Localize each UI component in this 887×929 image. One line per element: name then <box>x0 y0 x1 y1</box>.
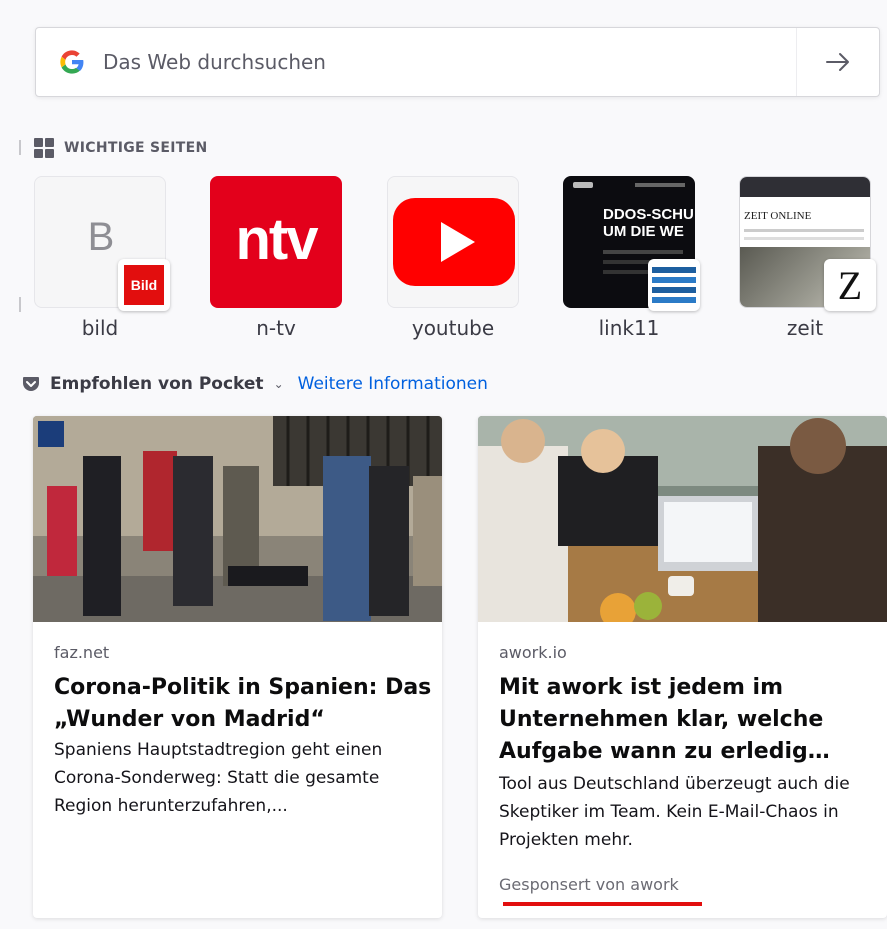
top-sites-title: WICHTIGE SEITEN <box>64 140 208 156</box>
zeit-logo-letter: Z <box>837 262 863 308</box>
google-icon <box>60 50 84 74</box>
story-source: faz.net <box>54 643 110 662</box>
story-excerpt: Tool aus Deutschland überzeugt auch die … <box>499 774 850 850</box>
pocket-header: Empfohlen von Pocket ⌄ Weitere Informati… <box>22 374 488 394</box>
sponsored-underline <box>503 902 702 906</box>
search-placeholder: Das Web durchsuchen <box>103 50 326 74</box>
search-bar[interactable]: Das Web durchsuchen <box>35 27 880 97</box>
story-excerpt: Spaniens Hauptstadtregion geht einen Cor… <box>54 740 383 816</box>
story-card-faz[interactable]: faz.net Corona-Politik in Spanien: Das „… <box>33 416 442 918</box>
street-photo <box>33 416 442 622</box>
sponsored-label: Gesponsert von awork <box>499 875 679 894</box>
top-site-youtube[interactable] <box>387 176 519 308</box>
pocket-title[interactable]: Empfohlen von Pocket <box>50 374 264 394</box>
link11-logo-icon <box>648 259 700 311</box>
link11-stripes-icon <box>652 267 696 303</box>
story-image-faz <box>33 416 442 622</box>
youtube-play-icon <box>393 198 515 286</box>
top-site-label-zeit: zeit <box>786 316 824 340</box>
scroll-edge-marker <box>19 140 21 155</box>
story-headline: Mit awork ist jedem im Unternehmen klar,… <box>499 675 830 764</box>
arrow-right-icon <box>826 53 849 71</box>
grid-icon <box>34 138 54 158</box>
top-sites-header: WICHTIGE SEITEN <box>34 138 208 158</box>
link11-thumb-header <box>569 182 689 190</box>
story-source: awork.io <box>499 643 567 662</box>
top-site-ntv[interactable]: ntv <box>210 176 342 308</box>
bild-logo-text: Bild <box>124 265 164 305</box>
zeit-thumb-topbar <box>740 177 870 197</box>
story-card-awork[interactable]: awork.io Mit awork ist jedem im Unterneh… <box>478 416 887 918</box>
scroll-edge-marker-2 <box>19 297 21 312</box>
bild-letter: B <box>87 215 115 259</box>
story-headline: Corona-Politik in Spanien: Das „Wunder v… <box>54 675 432 732</box>
pocket-icon <box>23 377 39 391</box>
top-site-label-ntv: n-tv <box>256 316 296 340</box>
top-site-label-youtube: youtube <box>411 316 495 340</box>
link11-thumb-text: DDOS-SCHU UM DIE WE <box>603 206 694 240</box>
office-photo <box>478 416 887 622</box>
pocket-learn-more-link[interactable]: Weitere Informationen <box>298 374 488 394</box>
chevron-down-icon[interactable]: ⌄ <box>274 377 284 391</box>
story-image-awork <box>478 416 887 622</box>
zeit-logo-icon: Z <box>824 259 876 311</box>
top-site-label-bild: bild <box>81 316 119 340</box>
ntv-logo-text: ntv <box>235 207 319 272</box>
bild-logo-icon: Bild <box>118 259 170 311</box>
top-site-label-link11: link11 <box>598 316 660 340</box>
search-go-button[interactable] <box>796 28 879 96</box>
zeit-masthead: ZEIT ONLINE <box>744 210 812 222</box>
